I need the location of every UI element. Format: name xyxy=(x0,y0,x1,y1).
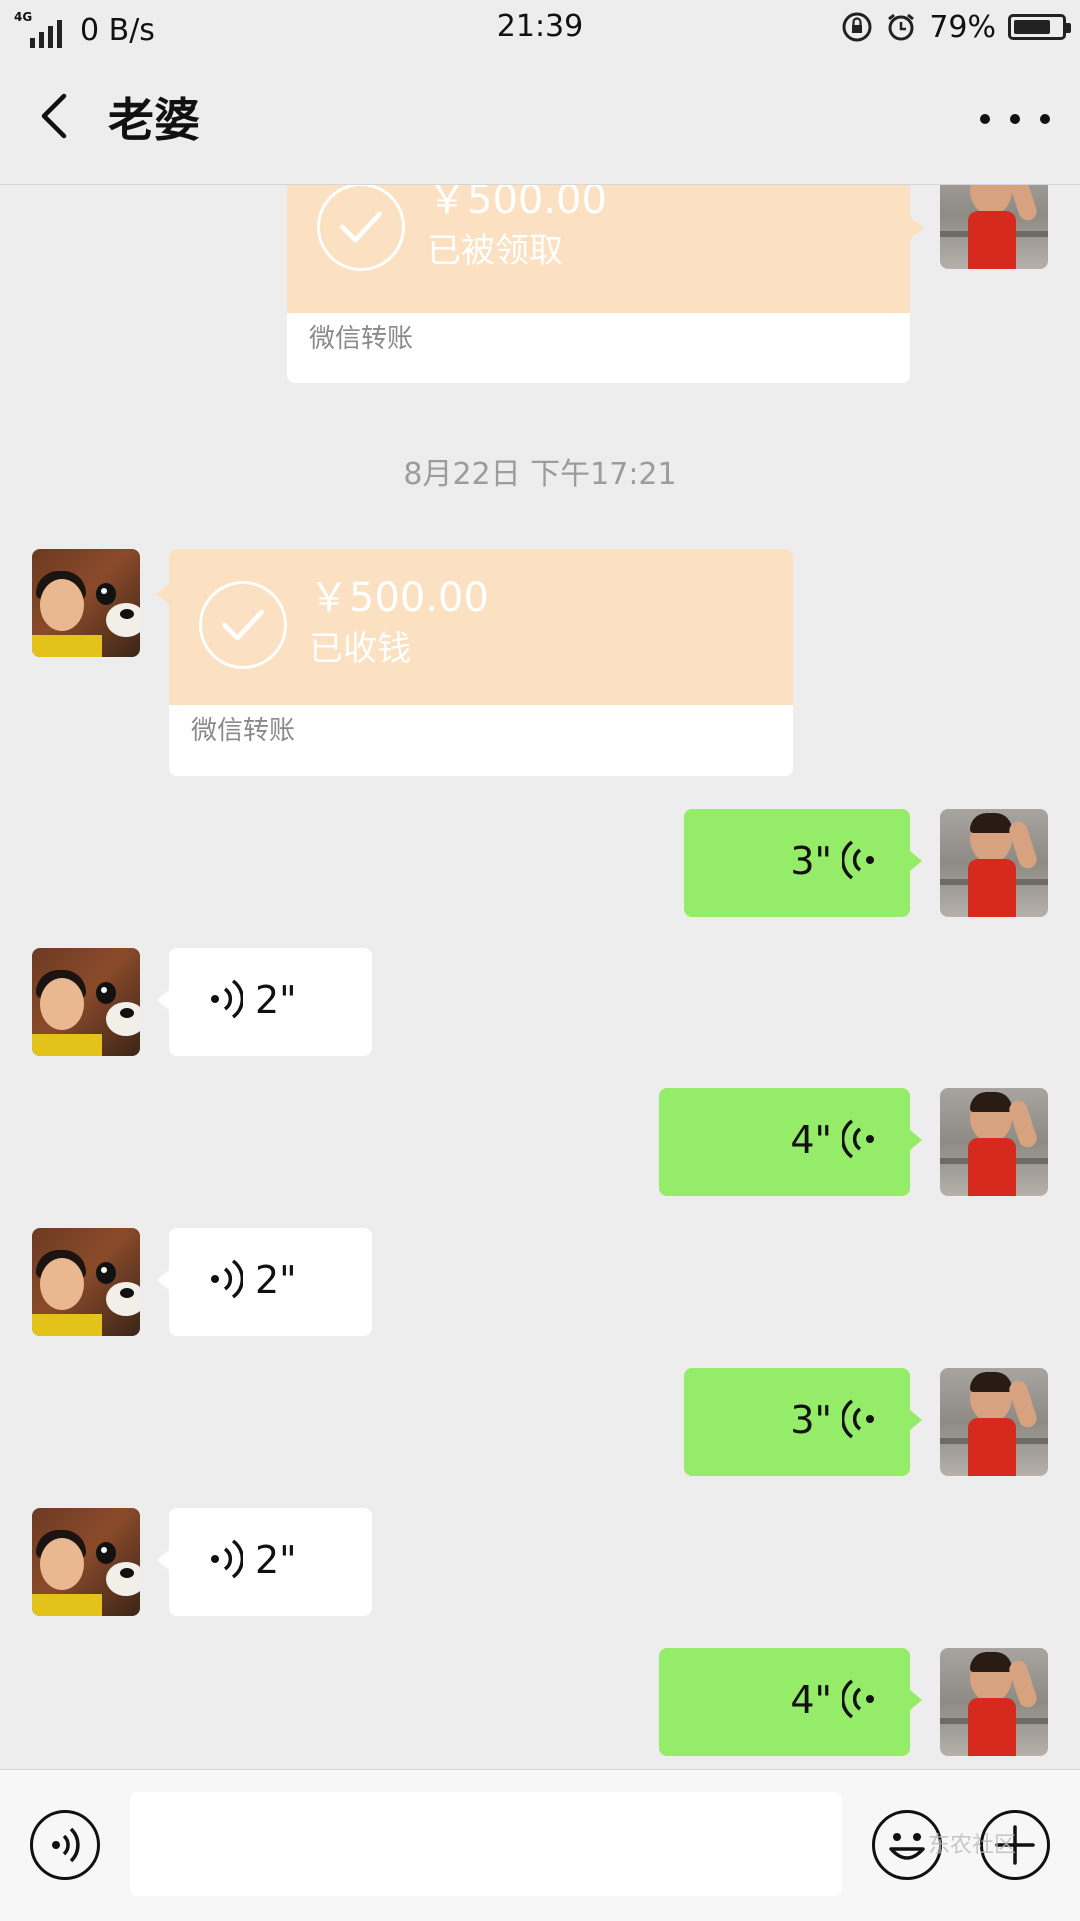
my-avatar[interactable] xyxy=(940,1088,1048,1196)
my-avatar[interactable] xyxy=(940,1368,1048,1476)
voice-message-sent[interactable]: 4" xyxy=(659,1648,922,1756)
my-avatar[interactable] xyxy=(940,185,1048,269)
voice-mode-icon[interactable] xyxy=(30,1810,100,1880)
watermark: 东农社区 xyxy=(928,1833,1017,1858)
voice-wave-icon xyxy=(842,1679,874,1719)
my-avatar[interactable] xyxy=(940,809,1048,917)
transfer-amount: ￥500.00 xyxy=(427,185,607,223)
transfer-label: 微信转账 xyxy=(191,716,296,746)
transfer-amount: ￥500.00 xyxy=(309,575,489,621)
voice-message-received[interactable]: 2" xyxy=(157,1508,372,1616)
voice-duration: 4" xyxy=(790,1678,832,1722)
back-chevron-icon[interactable] xyxy=(26,86,86,146)
voice-duration: 4" xyxy=(790,1118,832,1162)
voice-wave-icon xyxy=(842,1399,874,1439)
timestamp-separator: 8月22日 下午17:21 xyxy=(403,457,677,492)
transfer-status: 已被领取 xyxy=(427,231,563,271)
voice-message-received[interactable]: 2" xyxy=(157,948,372,1056)
voice-message-sent[interactable]: 4" xyxy=(659,1088,922,1196)
battery-percent: 79% xyxy=(929,9,996,45)
input-bar: 东农社区 xyxy=(0,1769,1080,1921)
voice-duration: 2" xyxy=(255,1538,297,1582)
contact-avatar[interactable] xyxy=(32,1508,140,1616)
transfer-label: 微信转账 xyxy=(309,324,414,354)
voice-duration: 2" xyxy=(255,978,297,1022)
voice-duration: 3" xyxy=(790,1398,832,1442)
chat-title: 老婆 xyxy=(108,93,200,147)
transfer-status: 已收钱 xyxy=(309,629,411,669)
voice-duration: 2" xyxy=(255,1258,297,1302)
contact-avatar[interactable] xyxy=(32,549,140,657)
voice-wave-icon xyxy=(842,840,874,880)
voice-wave-icon xyxy=(211,1539,243,1579)
transfer-sent-bubble[interactable]: ￥500.00 已被领取 微信转账 xyxy=(287,185,910,383)
my-avatar[interactable] xyxy=(940,1648,1048,1756)
contact-avatar[interactable] xyxy=(32,1228,140,1336)
voice-wave-icon xyxy=(211,979,243,1019)
check-circle-icon xyxy=(317,185,405,271)
battery-icon xyxy=(1008,14,1071,40)
voice-message-sent[interactable]: 3" xyxy=(684,809,922,917)
message-list[interactable]: ￥500.00 已被领取 微信转账 8月22日 下午17:21 ￥500.00 … xyxy=(0,185,1080,1769)
voice-wave-icon xyxy=(842,1119,874,1159)
transfer-received-bubble[interactable]: ￥500.00 已收钱 微信转账 xyxy=(169,549,793,776)
status-bar: 4G 0 B/s 21:39 79% xyxy=(0,0,1080,56)
voice-duration: 3" xyxy=(790,839,832,883)
chat-header: 老婆 xyxy=(0,56,1080,185)
message-input[interactable] xyxy=(130,1792,842,1896)
voice-message-received[interactable]: 2" xyxy=(157,1228,372,1336)
voice-message-sent[interactable]: 3" xyxy=(684,1368,922,1476)
battery-level xyxy=(1014,20,1050,34)
check-circle-icon xyxy=(199,581,287,669)
rotation-lock-icon xyxy=(842,12,872,42)
contact-avatar[interactable] xyxy=(32,948,140,1056)
alarm-icon xyxy=(888,13,915,41)
voice-wave-icon xyxy=(211,1259,243,1299)
more-dots-icon[interactable] xyxy=(980,94,1050,144)
